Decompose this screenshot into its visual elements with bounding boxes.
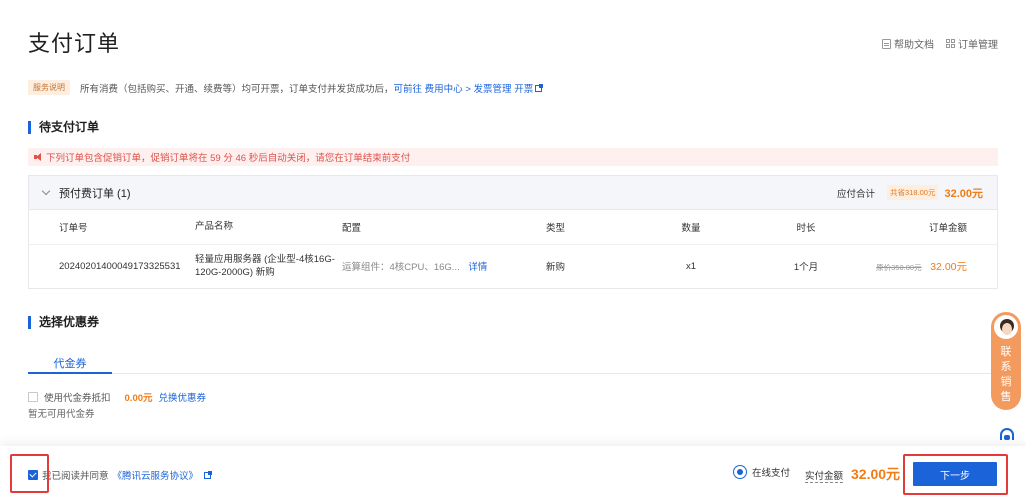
speaker-icon [34,153,43,161]
order-quantity: x1 [685,260,697,272]
product-name: 轻量应用服务器 (企业型-4核16G-120G-2000G) 新购 [195,254,335,279]
open-invoice-link[interactable]: 开票 [514,84,533,95]
headset-icon[interactable] [1000,428,1014,440]
tab-voucher[interactable]: 代金券 [28,355,112,374]
external-link-icon [204,470,213,479]
order-management-link[interactable]: 订单管理 [946,36,998,51]
column-header: 产品名称 [195,210,342,245]
original-price: 原价350.00元 [876,262,922,272]
online-payment-option[interactable]: 在线支付 [733,465,790,479]
coupon-section-title: 选择优惠券 [28,316,99,329]
document-icon [882,38,891,49]
pending-orders-title: 待支付订单 [28,121,99,134]
agreement: 我已阅读并同意 《腾讯云服务协议》 [28,468,213,482]
order-group-label: 预付费订单 (1) [59,187,131,200]
voucher-amount: 0.00元 [124,393,153,404]
pay-amount-label: 实付金额 [805,468,844,483]
contact-sales-button[interactable]: 联系销售 [991,312,1021,410]
exchange-coupon-link[interactable]: 兑换优惠券 [159,390,207,404]
total-label: 应付合计 [837,188,876,200]
order-group-header: 预付费订单 (1) 应付合计 共省318.00元 32.00元 [29,176,997,210]
avatar [992,313,1020,341]
promo-notice-bar: 下列订单包含促销订单，促销订单将在 59 分 46 秒后自动关闭，请您在订单结束… [28,148,998,166]
column-header: 类型 [546,210,646,245]
service-notice: 服务说明 所有消费（包括购买、开通、续费等）均可开票，订单支付并发货成功后，可前… [28,80,544,95]
highlight-box [903,454,1008,495]
column-header: 数量 [646,210,736,245]
saved-badge: 共省318.00元 [887,185,939,200]
highlight-box [10,454,49,493]
order-total: 应付合计 共省318.00元 32.00元 [837,185,983,201]
order-amount: 32.00元 [930,260,967,273]
coupon-tabs: 代金券 [28,355,998,374]
grid-icon [946,39,955,48]
external-link-icon [535,83,544,92]
config-details-link[interactable]: 详情 [468,262,487,273]
breadcrumb-sep: > [465,83,471,95]
pay-amount: 32.00元 [851,466,901,482]
order-group: 预付费订单 (1) 应付合计 共省318.00元 32.00元 订单号 产品名称… [28,175,998,289]
contact-sales-label: 联系销售 [1000,346,1012,403]
column-header: 时长 [736,210,876,245]
order-type: 新购 [546,262,566,274]
page-title: 支付订单 [28,31,121,56]
radio-selected-icon[interactable] [733,465,747,479]
order-duration: 1个月 [793,262,819,274]
service-badge: 服务说明 [28,80,70,95]
order-table: 订单号 产品名称 配置 类型 数量 时长 订单金额 20240201400049… [29,210,997,288]
table-header-row: 订单号 产品名称 配置 类型 数量 时长 订单金额 [29,210,997,245]
column-header: 订单金额 [876,210,997,245]
cost-center-link[interactable]: 费用中心 [425,84,463,95]
service-agreement-link[interactable]: 《腾讯云服务协议》 [113,468,199,482]
footer-bar: 我已阅读并同意 《腾讯云服务协议》 在线支付 实付金额 32.00元 下一步 [0,446,1026,500]
invoice-management-link[interactable]: 发票管理 [474,84,512,95]
link-prefix[interactable]: 可前往 [394,84,423,95]
voucher-row: 使用代金券抵扣 0.00元 兑换优惠券 [28,390,206,404]
chevron-down-icon[interactable] [41,186,51,196]
help-docs-label: 帮助文档 [894,40,934,51]
notice-text: 所有消费（包括购买、开通、续费等）均可开票，订单支付并发货成功后，可前往 费用中… [80,81,544,95]
use-voucher-label: 使用代金券抵扣 [44,393,111,404]
order-management-label: 订单管理 [958,40,998,51]
table-row: 20240201400049173325531 轻量应用服务器 (企业型-4核1… [29,244,997,288]
top-links: 帮助文档 订单管理 [882,36,998,51]
amount-cell: 原价350.00元 32.00元 [876,244,997,288]
notice-body: 所有消费（包括购买、开通、续费等）均可开票，订单支付并发货成功后， [80,83,394,95]
config-text: 运算组件：4核CPU、16G... [342,262,460,274]
use-voucher-checkbox[interactable] [28,392,38,402]
help-docs-link[interactable]: 帮助文档 [882,36,934,51]
column-header: 订单号 [29,210,195,245]
total-value: 32.00元 [944,187,983,200]
config-cell: 运算组件：4核CPU、16G... 详情 [342,244,546,288]
column-header: 配置 [342,210,546,245]
agree-text: 我已阅读并同意 [42,471,109,482]
pay-method-label: 在线支付 [752,468,791,479]
no-voucher-text: 暂无可用代金券 [28,409,95,420]
promo-notice-text: 下列订单包含促销订单，促销订单将在 59 分 46 秒后自动关闭，请您在订单结束… [46,153,411,164]
order-id: 20240201400049173325531 [59,260,181,272]
